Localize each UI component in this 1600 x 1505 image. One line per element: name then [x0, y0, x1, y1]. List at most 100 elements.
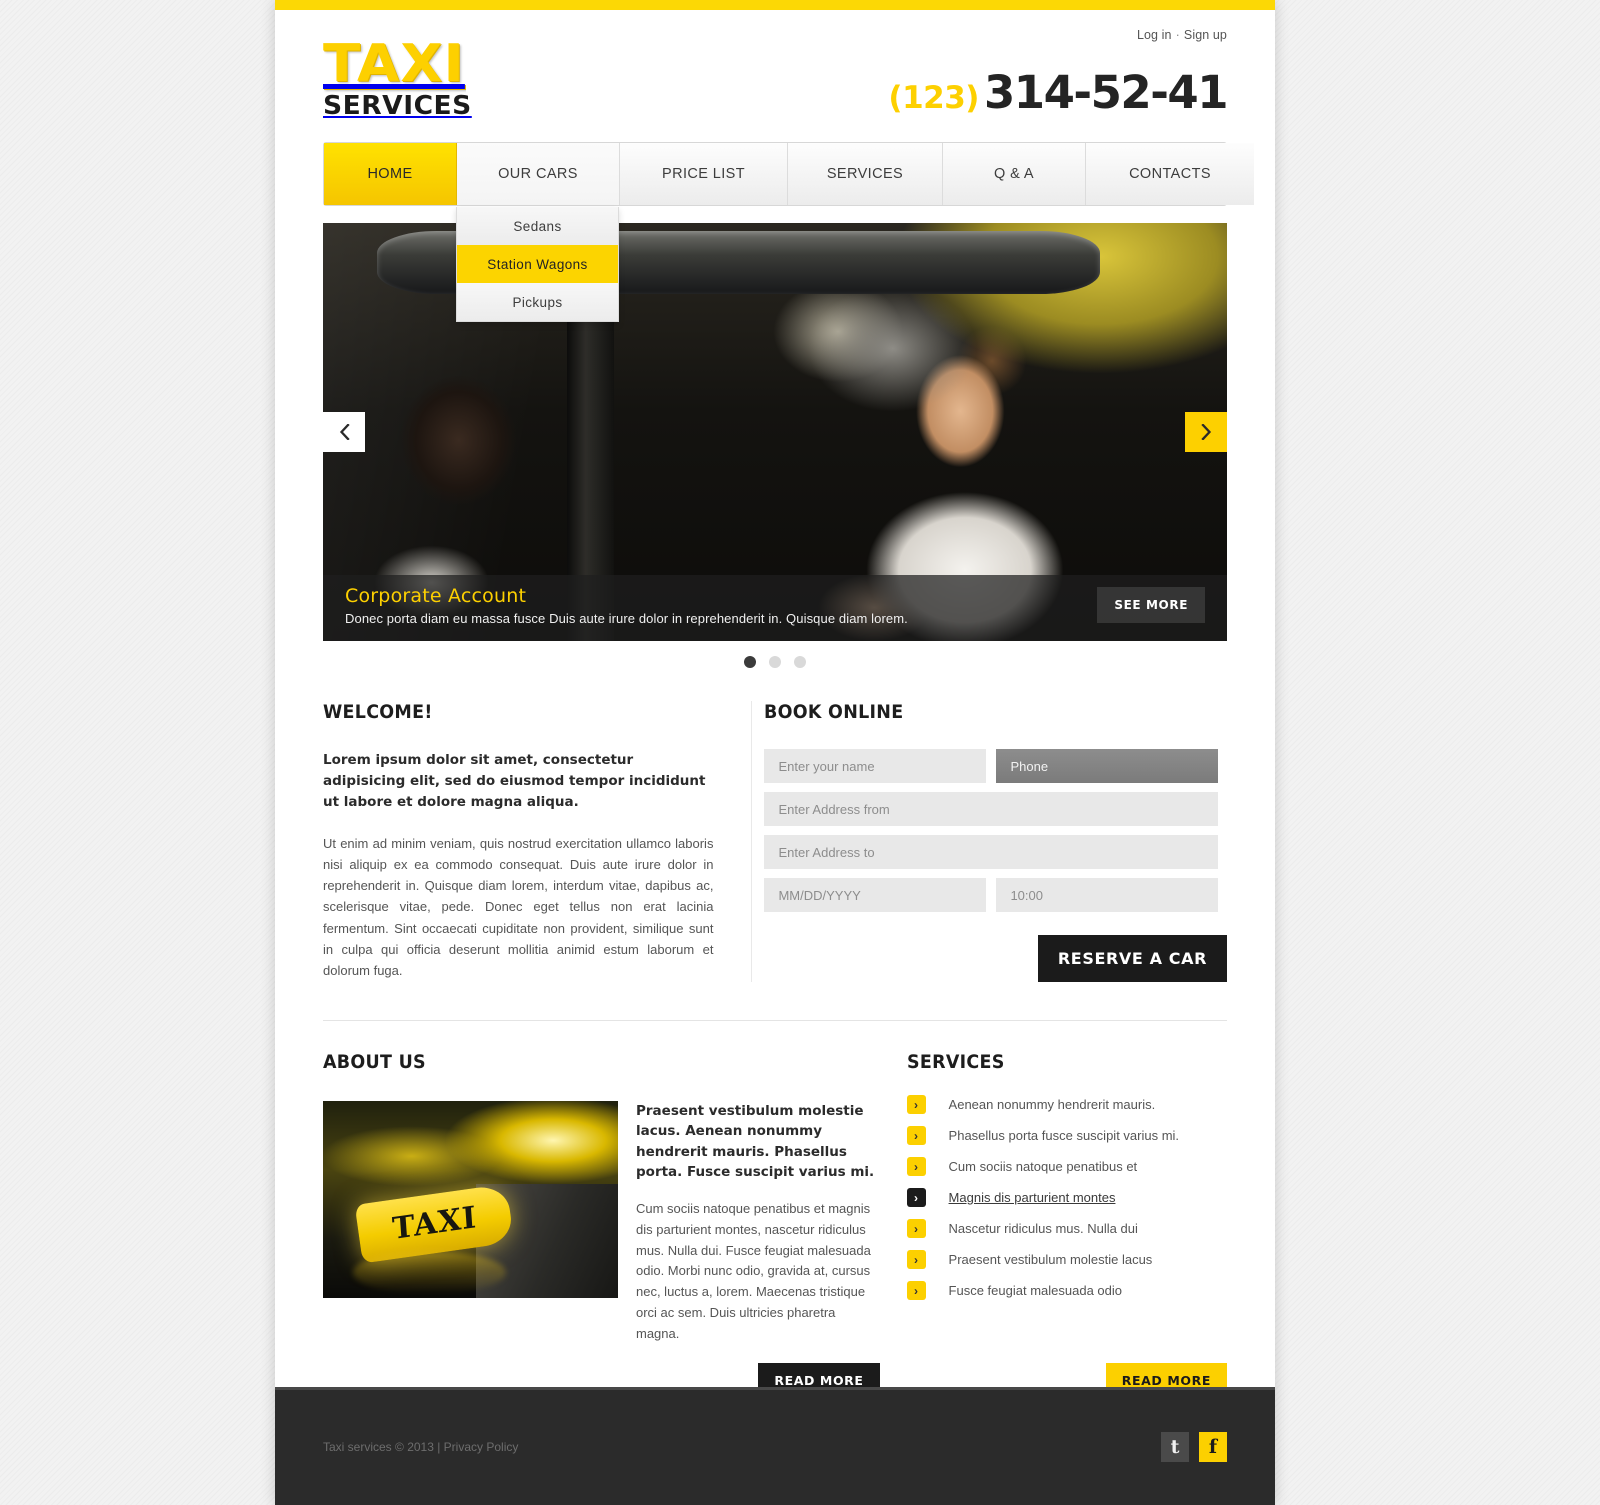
login-link[interactable]: Log in [1137, 28, 1172, 42]
slider-pagination [275, 656, 1275, 668]
about-body: TAXI Praesent vestibulum molestie lacus.… [323, 1101, 880, 1345]
chevron-right-icon: › [906, 1219, 926, 1238]
slider-next-button[interactable] [1185, 412, 1227, 452]
slider-prev-button[interactable] [323, 412, 365, 452]
service-label: Magnis dis parturient montes [948, 1190, 1116, 1205]
site-footer: Taxi services © 2013 | Privacy Policy t … [275, 1387, 1275, 1505]
phone-digits: 314-52-41 [983, 66, 1229, 119]
logo-services-text: SERVICES [323, 91, 472, 121]
site-header: Log in · Sign up TAXI SERVICES (123) 314-52… [275, 10, 1275, 142]
welcome-body: Ut enim ad minim veniam, quis nostrud ex… [323, 835, 714, 978]
service-label: Fusce feugiat malesuada odio [948, 1283, 1122, 1298]
chevron-right-icon: › [906, 1281, 926, 1300]
dropdown-label: Pickups [512, 294, 563, 310]
chevron-right-icon: › [906, 1095, 926, 1114]
services-column: SERVICES › Aenean nonummy hendrerit maur… [900, 1051, 1227, 1345]
phone-area-code: (123) [888, 80, 979, 116]
date-input[interactable] [764, 878, 987, 912]
top-accent-bar [275, 0, 1275, 10]
dropdown-item-pickups[interactable]: Pickups [457, 283, 618, 321]
service-label: Nascetur ridiculus mus. Nulla dui [948, 1221, 1138, 1236]
about-text: Praesent vestibulum molestie lacus. Aene… [636, 1101, 880, 1345]
about-services-section: ABOUT US TAXI Praesent vestibulum molest… [323, 1051, 1227, 1345]
nav-label: OUR CARS [498, 166, 578, 182]
services-heading: SERVICES [906, 1051, 1005, 1073]
dropdown-item-sedans[interactable]: Sedans [457, 207, 618, 245]
phone-number: (123) 314-52-41 [888, 70, 1228, 116]
main-navigation: HOME OUR CARS Sedans Station Wagons Pick… [323, 142, 1254, 322]
service-item[interactable]: › Phasellus porta fusce suscipit varius … [906, 1126, 1227, 1145]
services-list: › Aenean nonummy hendrerit mauris. › Pha… [906, 1095, 1227, 1300]
nav-label: CONTACTS [1129, 166, 1211, 182]
service-item-active[interactable]: › Magnis dis parturient montes [906, 1188, 1227, 1207]
nav-item-price-list[interactable]: PRICE LIST [620, 143, 788, 205]
service-label: Aenean nonummy hendrerit mauris. [948, 1097, 1156, 1112]
twitter-icon[interactable]: t [1161, 1432, 1189, 1462]
nav-label: HOME [367, 166, 413, 182]
service-label: Phasellus porta fusce suscipit varius mi… [948, 1128, 1180, 1143]
chevron-right-icon: › [906, 1157, 926, 1176]
form-row-address-to [764, 835, 1227, 869]
service-item[interactable]: › Praesent vestibulum molestie lacus [906, 1250, 1227, 1269]
phone-input[interactable] [996, 749, 1219, 783]
welcome-lead: Lorem ipsum dolor sit amet, consectetur … [323, 752, 706, 810]
auth-links: Log in · Sign up [1137, 28, 1227, 42]
address-from-input[interactable] [764, 792, 1219, 826]
nav-label: SERVICES [826, 166, 904, 182]
form-row-name-phone [764, 749, 1227, 783]
service-label: Cum sociis natoque penatibus et [948, 1159, 1138, 1174]
welcome-column: WELCOME! Lorem ipsum dolor sit amet, con… [323, 701, 751, 982]
slider-dot-1[interactable] [744, 656, 756, 668]
slider-dot-3[interactable] [794, 656, 806, 668]
nav-label: PRICE LIST [662, 166, 745, 182]
nav-item-services[interactable]: SERVICES [788, 143, 943, 205]
footer-inner: Taxi services © 2013 | Privacy Policy t … [275, 1390, 1275, 1505]
form-row-address-from [764, 792, 1227, 826]
reserve-row: RESERVE A CAR [764, 935, 1227, 982]
page-container: Log in · Sign up TAXI SERVICES (123) 314-52… [275, 0, 1275, 1505]
see-more-button[interactable]: SEE MORE [1097, 587, 1205, 623]
dropdown-label: Sedans [513, 218, 562, 234]
dropdown-item-station-wagons[interactable]: Station Wagons [457, 245, 618, 283]
chevron-right-icon [1200, 424, 1211, 440]
service-item[interactable]: › Fusce feugiat malesuada odio [906, 1281, 1227, 1300]
our-cars-dropdown: Sedans Station Wagons Pickups [456, 207, 619, 322]
reserve-a-car-button[interactable]: RESERVE A CAR [1037, 935, 1227, 982]
name-input[interactable] [764, 749, 987, 783]
main-navigation-wrapper: HOME OUR CARS Sedans Station Wagons Pick… [323, 142, 1254, 322]
about-paragraph: Cum sociis natoque penatibus et magnis d… [636, 1201, 871, 1341]
nav-item-our-cars[interactable]: OUR CARS Sedans Station Wagons Pickups [456, 143, 620, 322]
service-item[interactable]: › Cum sociis natoque penatibus et [906, 1157, 1227, 1176]
slider-dot-2[interactable] [769, 656, 781, 668]
nav-item-qa[interactable]: Q & A [943, 143, 1086, 205]
copyright-text[interactable]: Taxi services © 2013 | Privacy Policy [323, 1440, 518, 1454]
chevron-right-icon: › [906, 1188, 926, 1207]
form-row-date-time [764, 878, 1227, 912]
nav-item-contacts[interactable]: CONTACTS [1086, 143, 1254, 205]
service-item[interactable]: › Aenean nonummy hendrerit mauris. [906, 1095, 1227, 1114]
sign-reflection [352, 1250, 506, 1295]
welcome-heading: WELCOME! [323, 701, 433, 723]
service-label: Praesent vestibulum molestie lacus [948, 1252, 1153, 1267]
chevron-right-icon: › [906, 1250, 926, 1269]
auth-separator: · [1175, 28, 1180, 42]
nav-item-home[interactable]: HOME [324, 143, 457, 205]
address-to-input[interactable] [764, 835, 1219, 869]
social-links: t f [1161, 1432, 1227, 1462]
taxi-sign-text: TAXI [391, 1199, 479, 1247]
service-item[interactable]: › Nascetur ridiculus mus. Nulla dui [906, 1219, 1227, 1238]
logo-taxi-text: TAXI [323, 34, 465, 94]
about-taxi-image: TAXI [323, 1101, 618, 1298]
facebook-icon[interactable]: f [1199, 1432, 1227, 1462]
signup-link[interactable]: Sign up [1184, 28, 1227, 42]
welcome-booking-section: WELCOME! Lorem ipsum dolor sit amet, con… [323, 701, 1227, 1021]
slide-caption: Corporate Account Donec porta diam eu ma… [323, 575, 1227, 641]
site-logo[interactable]: TAXI SERVICES [323, 38, 472, 121]
about-column: ABOUT US TAXI Praesent vestibulum molest… [323, 1051, 900, 1345]
about-lead: Praesent vestibulum molestie lacus. Aene… [636, 1103, 875, 1180]
slide-title: Corporate Account [345, 585, 527, 607]
slide-description: Donec porta diam eu massa fusce Duis aut… [345, 611, 908, 626]
dropdown-label: Station Wagons [487, 256, 588, 272]
time-input[interactable] [996, 878, 1219, 912]
chevron-left-icon [339, 424, 350, 440]
